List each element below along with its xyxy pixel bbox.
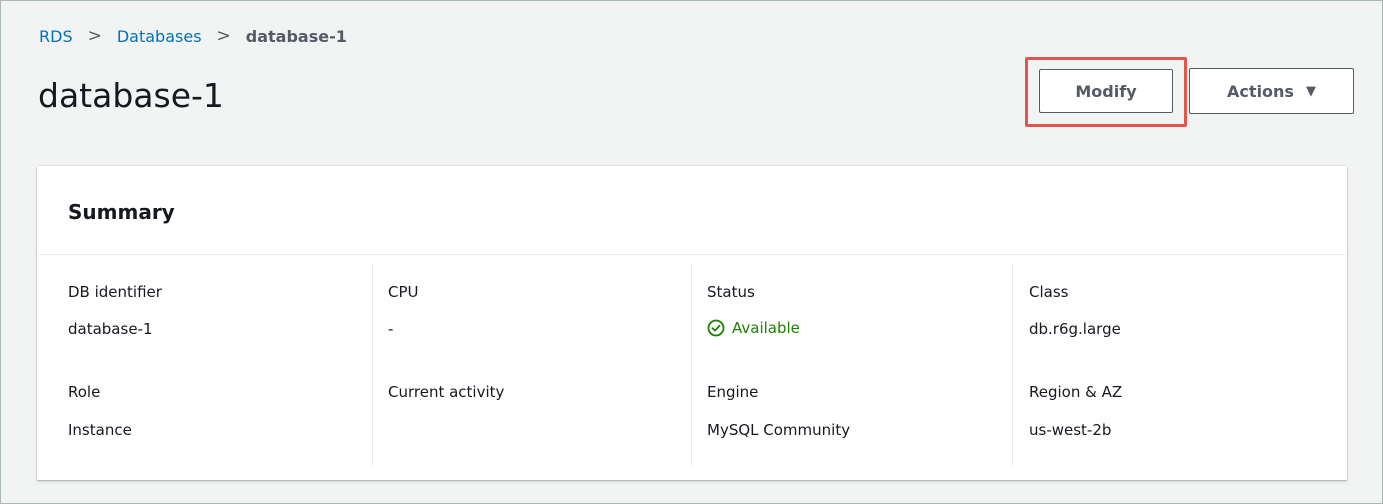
actions-button-label: Actions	[1227, 81, 1294, 101]
status-label: Status	[707, 283, 755, 301]
summary-column-4: Class db.r6g.large Region & AZ us-west-2…	[1012, 263, 1347, 467]
engine-label: Engine	[707, 383, 759, 401]
summary-header: Summary	[37, 166, 1347, 255]
db-identifier-value: database-1	[68, 320, 153, 338]
caret-down-icon: ▼	[1305, 83, 1316, 99]
current-activity-label: Current activity	[388, 383, 505, 401]
engine-value: MySQL Community	[707, 421, 851, 439]
summary-column-3: Status Available Engine MySQL Community	[691, 263, 1013, 467]
region-az-label: Region & AZ	[1029, 383, 1123, 401]
region-az-value: us-west-2b	[1029, 421, 1112, 439]
breadcrumb-rds-link[interactable]: RDS	[39, 27, 73, 46]
summary-column-2: CPU - Current activity	[372, 263, 691, 467]
role-value: Instance	[68, 421, 132, 439]
breadcrumb-databases-link[interactable]: Databases	[117, 27, 202, 46]
modify-button[interactable]: Modify	[1039, 69, 1173, 113]
status-value-text: Available	[732, 319, 800, 337]
cpu-label: CPU	[388, 283, 419, 301]
summary-title: Summary	[68, 200, 175, 224]
class-value: db.r6g.large	[1029, 320, 1121, 338]
breadcrumb-separator-icon: >	[216, 26, 231, 46]
role-label: Role	[68, 383, 101, 401]
class-label: Class	[1029, 283, 1069, 301]
summary-grid: DB identifier database-1 Role Instance C…	[37, 255, 1347, 479]
summary-panel: Summary DB identifier database-1 Role In…	[37, 166, 1347, 480]
check-circle-icon	[707, 319, 725, 337]
db-identifier-label: DB identifier	[68, 283, 162, 301]
summary-column-1: DB identifier database-1 Role Instance	[37, 263, 372, 467]
breadcrumb-current: database-1	[245, 26, 347, 46]
breadcrumb-separator-icon: >	[87, 26, 102, 46]
cpu-value: -	[388, 320, 394, 338]
breadcrumb: RDS > Databases > database-1	[39, 26, 347, 46]
status-value: Available	[707, 319, 800, 337]
page-title: database-1	[38, 76, 224, 115]
actions-button[interactable]: Actions ▼	[1189, 68, 1354, 114]
